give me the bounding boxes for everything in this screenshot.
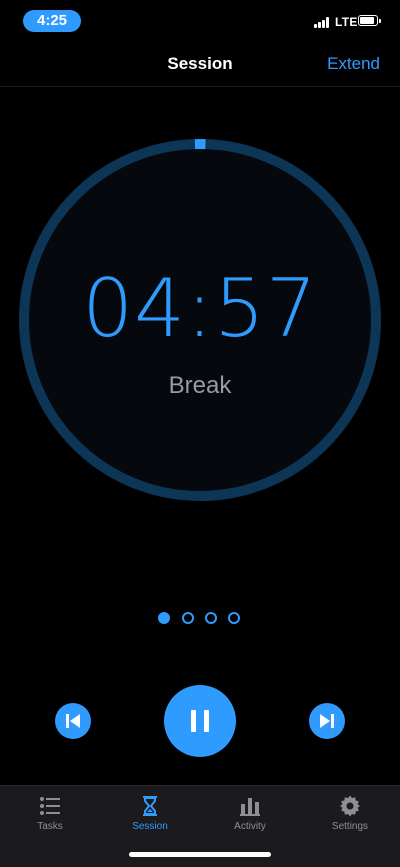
hourglass-icon	[143, 796, 157, 816]
tab-activity-label: Activity	[234, 821, 266, 832]
network-type: LTE	[335, 15, 358, 29]
tab-tasks-label: Tasks	[37, 821, 63, 832]
tab-tasks[interactable]: Tasks	[0, 786, 100, 838]
signal-icon	[314, 17, 332, 28]
skip-forward-button[interactable]	[309, 703, 345, 739]
home-indicator[interactable]	[129, 852, 271, 857]
skip-back-icon	[66, 714, 80, 728]
skip-forward-icon	[320, 714, 334, 728]
status-time: 4:25	[23, 10, 81, 32]
timer-display: 04:57	[82, 262, 318, 355]
page-indicator	[158, 612, 244, 626]
page-dot-3[interactable]	[205, 612, 217, 624]
nav-bar: Session Extend	[0, 44, 400, 87]
page-dot-2[interactable]	[182, 612, 194, 624]
page-dot-4[interactable]	[228, 612, 240, 624]
tab-activity[interactable]: Activity	[200, 786, 300, 838]
page-dot-1[interactable]	[158, 612, 170, 624]
timer-phase-label: Break	[168, 372, 232, 399]
skip-back-button[interactable]	[55, 703, 91, 739]
gear-icon	[340, 795, 360, 817]
list-icon	[40, 797, 60, 815]
status-bar: 4:25 LTE	[0, 0, 400, 44]
tab-session-label: Session	[132, 821, 168, 832]
tab-session[interactable]: Session	[100, 786, 200, 838]
battery-icon	[358, 15, 381, 28]
tab-settings[interactable]: Settings	[300, 786, 400, 838]
bar-chart-icon	[240, 798, 260, 816]
tab-settings-label: Settings	[331, 821, 369, 832]
pause-icon	[191, 710, 209, 732]
extend-button[interactable]: Extend	[327, 54, 380, 74]
pause-button[interactable]	[164, 685, 236, 757]
